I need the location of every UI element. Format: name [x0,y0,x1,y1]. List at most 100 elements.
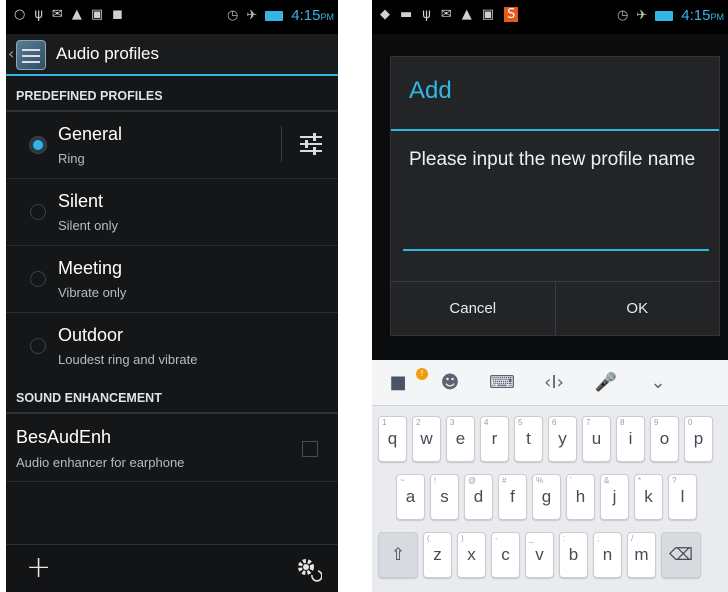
notification-badge: ! [416,368,428,380]
ok-button[interactable]: OK [554,282,720,335]
key-h[interactable]: ' h [566,474,595,520]
backspace-key[interactable]: ⌫ [661,532,701,578]
collapse-icon[interactable]: ⌄ [632,372,684,393]
key-secondary-label: % [536,476,544,485]
add-profile-icon[interactable]: + [26,553,51,583]
key-t[interactable]: 5t [514,416,543,462]
chat-icon: ▣ [90,7,104,22]
key-secondary-label: 4 [484,418,489,427]
radio-meeting[interactable] [30,271,46,287]
dialog-title-divider [391,129,719,131]
keyboard-icon[interactable]: ⌨ [476,372,528,393]
key-secondary-label: 9 [654,418,659,427]
key-label: a [405,487,416,506]
key-label: v [535,545,544,564]
alarm-icon: ◷ [227,8,239,23]
key-v[interactable]: _ v [525,532,554,578]
key-w[interactable]: 2w [412,416,441,462]
profile-meeting[interactable]: Meeting Vibrate only [6,246,338,313]
key-r[interactable]: 4r [480,416,509,462]
apps-icon[interactable]: ■! [372,368,428,393]
key-secondary-label: * [638,476,642,485]
profile-general[interactable]: General Ring [6,112,338,179]
circle-icon: ◆ [380,7,390,22]
profile-name-input[interactable] [403,221,709,251]
besaudenh-checkbox[interactable] [302,441,318,457]
profile-subtitle: Vibrate only [58,285,127,300]
usb-icon: ψ [422,7,431,22]
status-bar: ◆ ▬ ψ ✉ ▲ ▣ S ◷ ✈ 4:15PM [372,0,728,34]
key-f[interactable]: # f [498,474,527,520]
key-k[interactable]: * k [634,474,663,520]
key-secondary-label: - [495,534,498,543]
key-secondary-label: 5 [518,418,523,427]
key-secondary-label: ; [597,534,600,543]
key-row-3: ⇧ (z) x - c _ v: b; n / m ⌫ [372,532,728,578]
key-z[interactable]: (z [423,532,452,578]
key-e[interactable]: 3e [446,416,475,462]
key-label: k [644,487,653,506]
audio-profiles-app-icon[interactable] [16,40,46,70]
key-c[interactable]: -c [491,532,520,578]
cursor-icon[interactable]: ‹I› [528,372,580,393]
radio-silent[interactable] [30,204,46,220]
profile-name: Silent [58,191,104,211]
add-profile-dialog: Add Please input the new profile name Ca… [390,56,720,336]
status-bar: ○ ψ ✉ ▲ ▣ ◼ ◷ ✈ 4:15PM [6,0,338,34]
key-secondary-label: _ [529,534,534,543]
usb-icon: ψ [34,7,43,22]
key-x[interactable]: ) x [457,532,486,578]
key-s[interactable]: ! s [430,474,459,520]
besaudenh-row[interactable]: BesAudEnh Audio enhancer for earphone [6,414,338,482]
audio-profiles-screen: ○ ψ ✉ ▲ ▣ ◼ ◷ ✈ 4:15PM ‹ Audio profiles … [6,0,338,592]
key-label: r [491,429,498,448]
key-secondary-label: ' [570,476,572,485]
key-b[interactable]: :b [559,532,588,578]
key-m[interactable]: / m [627,532,656,578]
key-u[interactable]: 7u [582,416,611,462]
gear-refresh-icon[interactable] [296,557,322,583]
key-p[interactable]: 0p [684,416,713,462]
back-chevron-icon[interactable]: ‹ [8,44,14,63]
key-label: n [602,545,613,564]
key-label: s [440,487,449,506]
warning-icon: ▲ [71,7,82,22]
emoji-icon[interactable]: ☻ [424,372,476,393]
profile-outdoor[interactable]: Outdoor Loudest ring and vibrate [6,313,338,380]
profile-subtitle: Silent only [58,218,118,233]
key-y[interactable]: 6y [548,416,577,462]
battery-icon [655,10,674,21]
radio-general[interactable] [30,137,46,153]
airplane-icon: ✈ [246,8,258,23]
mail-icon: ✉ [51,7,63,22]
notification-icons: ○ ψ ✉ ▲ ▣ ◼ [14,7,123,22]
key-secondary-label: @ [468,476,477,485]
key-j[interactable]: & j [600,474,629,520]
key-secondary-label: 1 [382,418,387,427]
profile-subtitle: Loudest ring and vibrate [58,352,198,367]
alarm-icon: ◷ [617,8,629,23]
shift-key[interactable]: ⇧ [378,532,418,578]
key-g[interactable]: % g [532,474,561,520]
profile-subtitle: Ring [58,151,85,166]
key-l[interactable]: ? l [668,474,697,520]
cancel-button[interactable]: Cancel [391,282,555,335]
key-label: i [628,429,633,448]
key-d[interactable]: @ d [464,474,493,520]
key-q[interactable]: 1q [378,416,407,462]
key-row-1: 1q2w3e4r5t6y7u8i9o0p [372,416,728,462]
key-a[interactable]: ~ a [396,474,425,520]
key-secondary-label: ) [461,534,464,543]
key-label: m [634,545,649,564]
action-bar: ‹ Audio profiles [6,34,338,76]
key-i[interactable]: 8i [616,416,645,462]
key-o[interactable]: 9o [650,416,679,462]
mail-icon: ✉ [440,7,452,22]
profile-silent[interactable]: Silent Silent only [6,179,338,246]
divider [281,126,282,162]
mic-icon[interactable]: 🎤 [580,372,632,393]
key-n[interactable]: ; n [593,532,622,578]
equalizer-settings-icon[interactable] [298,132,324,156]
key-label: b [568,545,579,564]
radio-outdoor[interactable] [30,338,46,354]
